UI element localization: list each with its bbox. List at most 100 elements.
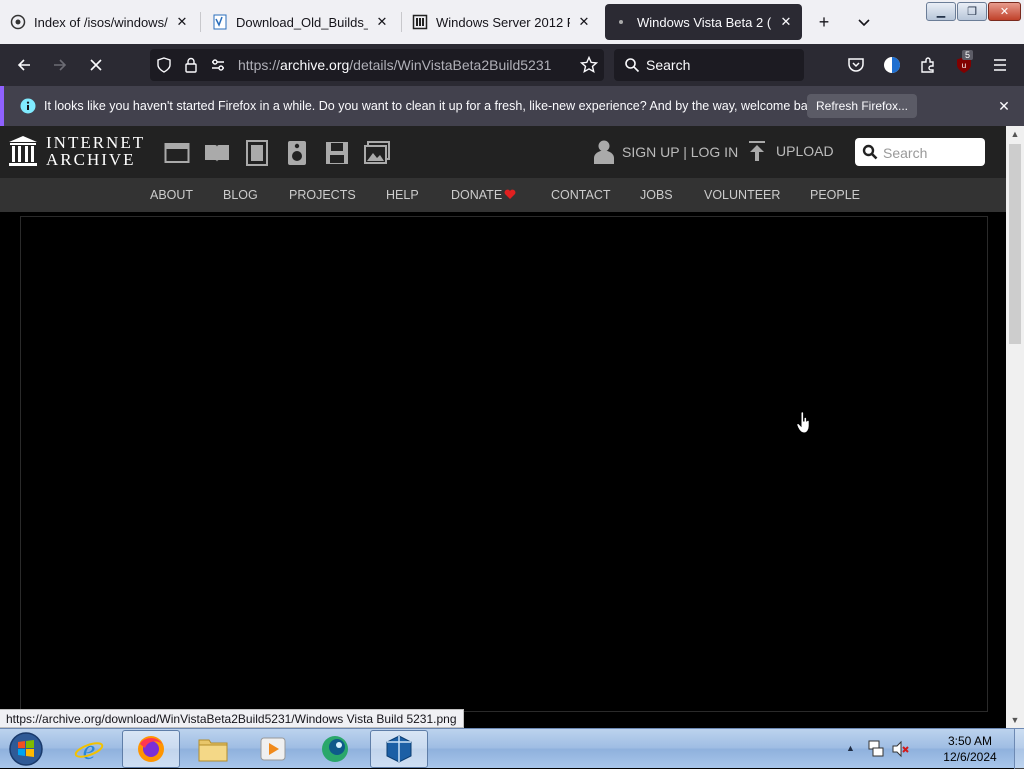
- url-bar[interactable]: https://archive.org/details/WinVistaBeta…: [150, 49, 604, 81]
- minimize-button[interactable]: ▁: [926, 2, 956, 21]
- arrow-right-icon: [54, 59, 67, 71]
- scroll-up-arrow[interactable]: ▲: [1006, 126, 1024, 142]
- forward-button[interactable]: [46, 52, 74, 78]
- contrast-icon: [884, 57, 900, 73]
- notification-message: It looks like you haven't started Firefo…: [44, 99, 824, 113]
- archive-search-input[interactable]: Search: [855, 138, 985, 166]
- star-icon[interactable]: [579, 55, 599, 79]
- tab-windows-server-2012[interactable]: Windows Server 2012 R 2 : I ✕: [404, 4, 600, 40]
- close-icon[interactable]: ✕: [576, 14, 592, 30]
- taskbar-internet-explorer[interactable]: e: [60, 730, 118, 768]
- close-icon[interactable]: ✕: [174, 14, 190, 30]
- tab-strip: Index of /isos/windows/ ✕ Download_Old_B…: [0, 0, 1024, 44]
- system-clock[interactable]: 3:50 AM 12/6/2024: [930, 733, 1010, 765]
- volume-muted-icon[interactable]: [892, 740, 910, 763]
- archive-logo-text: INTERNET ARCHIVE: [46, 134, 145, 168]
- tab-separator: [401, 12, 402, 32]
- software-icon[interactable]: [324, 140, 350, 166]
- new-tab-button[interactable]: +: [811, 10, 837, 34]
- video-icon[interactable]: [244, 140, 270, 166]
- shield-icon[interactable]: [156, 57, 172, 78]
- taskbar: e ▲ 3:50 AM 12/6/2024: [0, 728, 1024, 769]
- url-prefix: https://: [238, 57, 281, 73]
- tab-separator: [200, 12, 201, 32]
- link-status-bar: https://archive.org/download/WinVistaBet…: [0, 709, 464, 728]
- menu-about[interactable]: ABOUT: [150, 188, 193, 202]
- texts-icon[interactable]: [204, 140, 230, 166]
- lock-icon[interactable]: [184, 57, 198, 78]
- svg-text:e: e: [83, 735, 95, 765]
- heart-icon: [504, 187, 516, 205]
- app-icon: [322, 736, 348, 762]
- scrollbar-thumb[interactable]: [1009, 144, 1021, 344]
- media-viewer[interactable]: [20, 216, 988, 712]
- menu-volunteer[interactable]: VOLUNTEER: [704, 188, 780, 202]
- back-button[interactable]: [10, 52, 38, 78]
- upload-link[interactable]: UPLOAD: [748, 140, 834, 162]
- close-icon[interactable]: ✕: [778, 14, 794, 30]
- arrow-left-icon: [17, 59, 30, 71]
- archive-header: INTERNET ARCHIVE SIGN UP | LOG IN UPLOAD…: [0, 126, 1006, 178]
- menu-help[interactable]: HELP: [386, 188, 419, 202]
- show-desktop-button[interactable]: [1014, 729, 1024, 769]
- scroll-down-arrow[interactable]: ▼: [1006, 712, 1024, 728]
- refresh-firefox-button[interactable]: Refresh Firefox...: [807, 94, 917, 118]
- info-icon: [20, 98, 36, 119]
- menu-jobs[interactable]: JOBS: [640, 188, 673, 202]
- menu-blog[interactable]: BLOG: [223, 188, 258, 202]
- ublock-button[interactable]: u 5: [950, 50, 978, 78]
- archive-logo-icon: [9, 136, 37, 166]
- hand-cursor-icon: [796, 411, 812, 434]
- archive-logo[interactable]: INTERNET ARCHIVE: [8, 134, 145, 168]
- close-icon[interactable]: ✕: [994, 96, 1014, 116]
- app-menu-button[interactable]: [986, 52, 1014, 78]
- search-bar[interactable]: Search: [614, 49, 804, 81]
- menu-people[interactable]: PEOPLE: [810, 188, 860, 202]
- menu-contact[interactable]: CONTACT: [551, 188, 611, 202]
- url-text[interactable]: https://archive.org/details/WinVistaBeta…: [238, 57, 551, 73]
- tab-download-old-builds[interactable]: Download_Old_Builds_6_0 ✕: [204, 4, 398, 40]
- menu-donate[interactable]: DONATE: [451, 188, 502, 202]
- tab-title: Index of /isos/windows/: [34, 14, 168, 30]
- search-label: Search: [646, 57, 691, 73]
- tab-windows-vista-beta[interactable]: Windows Vista Beta 2 (Buil ✕: [605, 4, 802, 40]
- user-icon: [594, 140, 614, 164]
- network-icon[interactable]: [868, 740, 884, 763]
- archive-icon: [412, 14, 428, 30]
- pocket-button[interactable]: [842, 52, 870, 78]
- taskbar-app[interactable]: [306, 730, 364, 768]
- archive-icon: [10, 14, 26, 30]
- taskbar-file-explorer[interactable]: [184, 730, 242, 768]
- show-hidden-icons-icon[interactable]: ▲: [846, 743, 855, 753]
- upload-icon: [749, 141, 765, 161]
- tab-index-isos[interactable]: Index of /isos/windows/ ✕: [2, 4, 198, 40]
- tab-title: Download_Old_Builds_6_0: [236, 14, 368, 30]
- menu-projects[interactable]: PROJECTS: [289, 188, 356, 202]
- page-scrollbar[interactable]: ▲ ▼: [1006, 126, 1024, 728]
- media-player-icon: [260, 737, 286, 761]
- taskbar-firefox[interactable]: [122, 730, 180, 768]
- web-icon[interactable]: [164, 140, 190, 166]
- sign-up-login-link[interactable]: SIGN UP | LOG IN: [594, 140, 738, 164]
- pocket-icon: [848, 58, 864, 72]
- sign-up-login-label: SIGN UP | LOG IN: [622, 144, 739, 160]
- close-window-button[interactable]: ✕: [988, 2, 1021, 21]
- contrast-extension-button[interactable]: [878, 52, 906, 78]
- close-icon[interactable]: ✕: [374, 14, 390, 30]
- virtualbox-icon: [386, 735, 412, 763]
- list-tabs-button[interactable]: [851, 10, 877, 34]
- permissions-icon[interactable]: [210, 57, 226, 78]
- stop-button[interactable]: [82, 52, 110, 78]
- chevron-down-icon: [858, 19, 870, 27]
- loading-dot-icon: [613, 14, 629, 30]
- navigation-toolbar: https://archive.org/details/WinVistaBeta…: [0, 44, 1024, 86]
- images-icon[interactable]: [364, 140, 390, 166]
- taskbar-media-player[interactable]: [244, 730, 302, 768]
- stop-icon: [90, 59, 102, 71]
- start-button[interactable]: [4, 730, 48, 768]
- taskbar-virtualbox[interactable]: [370, 730, 428, 768]
- extensions-button[interactable]: [914, 52, 942, 78]
- url-path: /details/WinVistaBeta2Build5231: [349, 57, 552, 73]
- maximize-button[interactable]: ❐: [957, 2, 987, 21]
- audio-icon[interactable]: [284, 140, 310, 166]
